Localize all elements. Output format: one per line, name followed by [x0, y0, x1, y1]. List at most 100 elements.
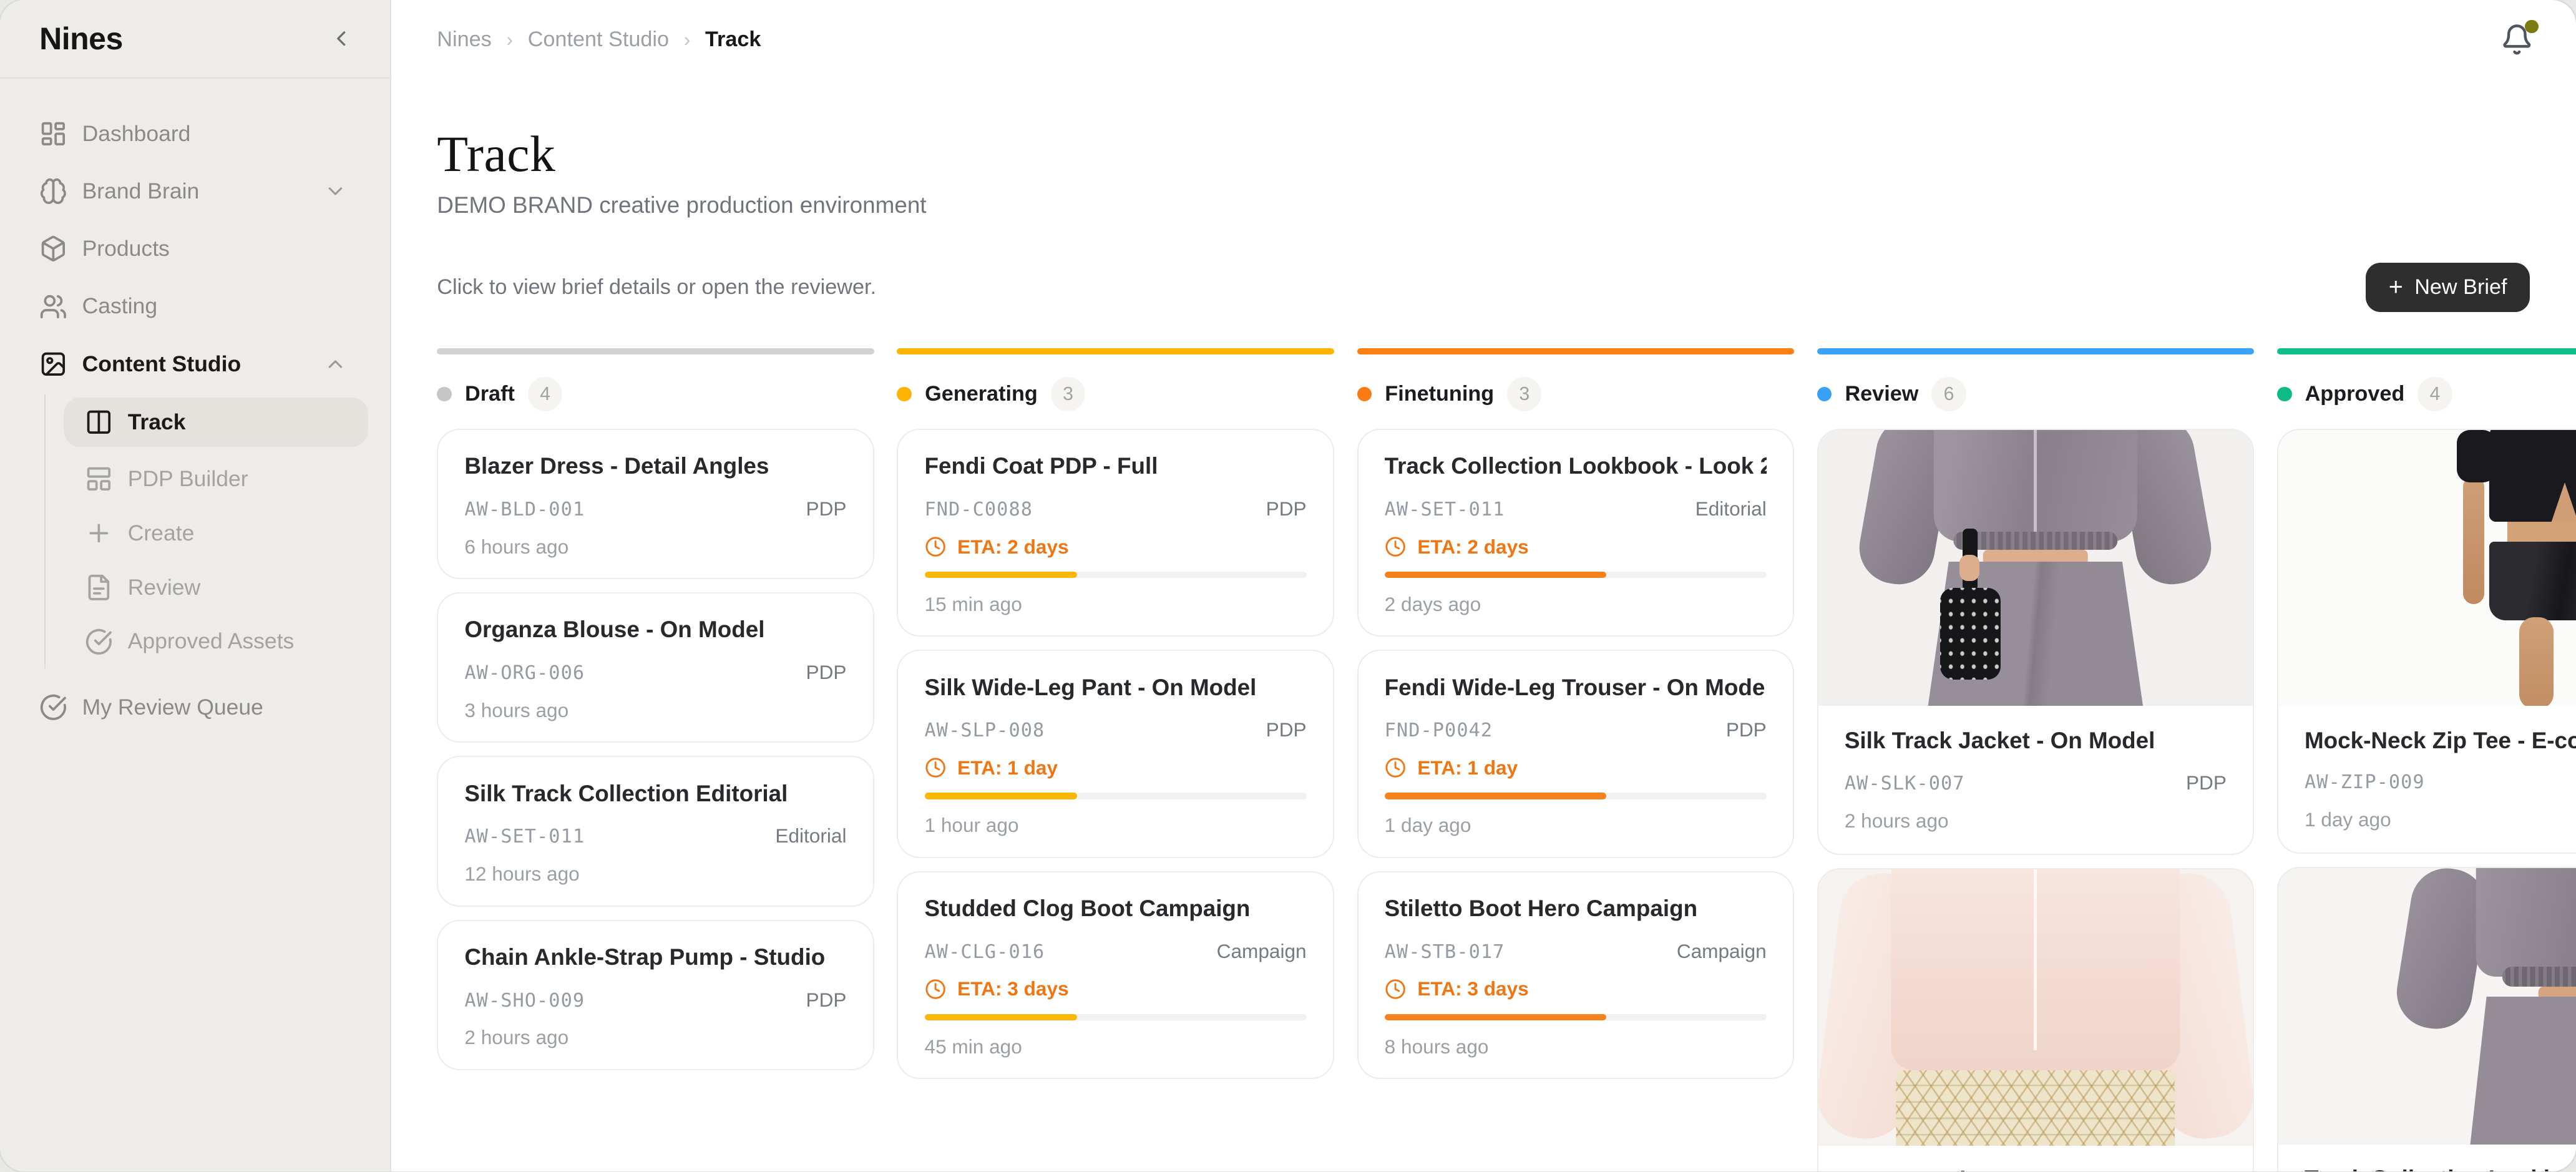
clock-icon — [1385, 757, 1406, 778]
card-body: Fendi Wide-Leg Trouser - On ModelFND-P00… — [1385, 673, 1767, 837]
card-meta-row: AW-ORG-006PDP — [464, 661, 846, 684]
sidebar-nav: Dashboard Brand BrainProductsCastingConte… — [0, 79, 390, 736]
card-timestamp: 8 hours ago — [1385, 1035, 1767, 1058]
column-title: Finetuning — [1385, 382, 1494, 406]
column-cards: Silk Track Jacket - On Model AW-SLK-007 PD… — [1817, 429, 2254, 1171]
sidebar-item-content-studio[interactable]: Content Studio — [0, 335, 390, 393]
brief-card[interactable]: Fendi Coat PDP - FullFND-C0088PDPETA: 2 … — [897, 429, 1334, 637]
card-title: Track Collection Lookbook - Look 2 — [1385, 451, 1767, 481]
sidebar-item-label: Review — [128, 575, 201, 600]
card-title: Silk Track Collection Editorial — [464, 779, 846, 808]
plus-icon — [85, 519, 113, 547]
brief-card[interactable]: Chain Ankle-Strap Pump - StudioAW-SHO-00… — [437, 920, 874, 1070]
sidebar-item-track[interactable]: Track — [64, 398, 368, 447]
brief-card[interactable]: Stiletto Boot Hero CampaignAW-STB-017Cam… — [1357, 871, 1794, 1079]
content-studio-submenu: Track PDP Builder Create Review Approved Ass… — [44, 394, 390, 669]
box-icon — [39, 235, 67, 263]
clock-icon — [925, 536, 946, 557]
column-header: Approved4 — [2277, 376, 2576, 413]
card-id: FND-P0042 — [1385, 720, 1493, 741]
new-brief-label: New Brief — [2414, 275, 2507, 300]
sidebar-item-approved-assets[interactable]: Approved Assets — [46, 615, 390, 669]
progress-fill — [1385, 572, 1606, 579]
sidebar-item-create[interactable]: Create — [46, 506, 390, 560]
eta-text: ETA: 2 days — [957, 535, 1068, 559]
card-id: AW-BLD-001 — [464, 499, 585, 520]
sidebar-collapse-button[interactable] — [326, 23, 357, 54]
brief-card[interactable]: Fendi Wide-Leg Trouser - On ModelFND-P00… — [1357, 650, 1794, 857]
card-body: Silk Track Jacket - On Model AW-SLK-007 PD… — [1818, 706, 2253, 854]
sidebar-item-label: My Review Queue — [82, 695, 263, 720]
sidebar-item-label: Approved Assets — [128, 628, 295, 654]
sidebar-item-label: Dashboard — [82, 121, 191, 147]
card-body: Organza Blouse - FrontAW-ORG-006PDP — [1818, 1146, 2253, 1171]
column-header: Draft 4 — [437, 376, 874, 413]
plus-icon: + — [2389, 275, 2403, 300]
eta-row: ETA: 1 day — [925, 756, 1307, 779]
board-column-approved: Approved4 Mock-Neck Zip Tee - E-commAW-ZI… — [2277, 348, 2576, 1171]
brief-card[interactable]: Track Collection Lookbook - Look 2AW-SET… — [1357, 429, 1794, 637]
card-timestamp: 1 day ago — [1385, 814, 1767, 837]
breadcrumb-content-studio[interactable]: Content Studio — [528, 27, 669, 52]
kanban-board: Draft 4 Blazer Dress - Detail Angles AW-BLD… — [437, 348, 2576, 1171]
card-id: AW-SLP-008 — [925, 720, 1045, 741]
card-title: Silk Wide-Leg Pant - On Model — [925, 673, 1307, 702]
sidebar-item-products[interactable]: Products — [0, 220, 390, 278]
sidebar-item-my-review-queue[interactable]: My Review Queue — [0, 678, 390, 736]
card-title: Fendi Coat PDP - Full — [925, 451, 1307, 481]
new-brief-button[interactable]: + New Brief — [2366, 263, 2530, 312]
brief-card[interactable]: Mock-Neck Zip Tee - E-commAW-ZIP-0091 da… — [2277, 429, 2576, 854]
topbar: Nines›Content Studio›Track — [391, 0, 2576, 79]
brief-card[interactable]: Organza Blouse - FrontAW-ORG-006PDP — [1817, 868, 2254, 1171]
sidebar-item-dashboard[interactable]: Dashboard — [0, 105, 390, 162]
clock-icon — [1385, 536, 1406, 557]
sidebar-header: Nines — [0, 0, 390, 79]
notifications-button[interactable] — [2500, 23, 2534, 56]
sidebar-item-label: PDP Builder — [128, 466, 248, 492]
brief-card[interactable]: Silk Track Collection EditorialAW-SET-01… — [437, 756, 874, 906]
card-photo-silk-track-back — [2278, 868, 2576, 1144]
column-header: Finetuning3 — [1357, 376, 1794, 413]
brain-icon — [39, 177, 67, 205]
card-id: FND-C0088 — [925, 499, 1033, 520]
card-title: Blazer Dress - Detail Angles — [464, 451, 846, 481]
progress-bar — [1385, 1014, 1767, 1021]
card-body: Fendi Coat PDP - FullFND-C0088PDPETA: 2 … — [925, 451, 1307, 616]
board-column-generating: Generating 3 Fendi Coat PDP - Full FND-C008… — [897, 348, 1334, 1079]
column-count-badge: 3 — [1051, 377, 1085, 411]
clock-icon — [925, 979, 946, 1000]
card-body: Silk Track Collection EditorialAW-SET-01… — [464, 779, 846, 886]
column-title: Generating — [925, 382, 1038, 406]
main-area: Nines›Content Studio›Track Track DEMO BR… — [391, 0, 2576, 1171]
card-id: AW-SLK-007 — [1845, 773, 1965, 794]
progress-bar — [1385, 572, 1767, 579]
column-title: Draft — [465, 382, 515, 406]
breadcrumb-nines[interactable]: Nines — [437, 27, 492, 52]
card-timestamp: 45 min ago — [925, 1035, 1307, 1058]
sidebar-item-pdp-builder[interactable]: PDP Builder — [46, 452, 390, 506]
column-title: Approved — [2305, 382, 2405, 406]
card-type-tag: PDP — [2186, 771, 2227, 794]
page-subtitle: DEMO BRAND creative production environme… — [437, 192, 2576, 218]
brief-card[interactable]: Studded Clog Boot CampaignAW-CLG-016Camp… — [897, 871, 1334, 1079]
column-cards: Track Collection Lookbook - Look 2AW-SET… — [1357, 429, 1794, 1079]
brief-card[interactable]: Silk Track Jacket - On Model AW-SLK-007 PD… — [1817, 429, 2254, 855]
column-color-bar — [897, 348, 1334, 355]
card-body: Organza Blouse - On ModelAW-ORG-006PDP3 … — [464, 615, 846, 721]
sidebar-item-brand-brain[interactable]: Brand Brain — [0, 163, 390, 220]
column-color-bar — [1817, 348, 2254, 355]
sidebar-item-review[interactable]: Review — [46, 560, 390, 615]
brief-card[interactable]: Organza Blouse - On ModelAW-ORG-006PDP3 … — [437, 592, 874, 743]
brief-card[interactable]: Track Collection Lookbook - LAW-SET-010 — [2277, 867, 2576, 1171]
breadcrumb-separator: › — [506, 28, 513, 51]
sidebar-item-label: Create — [128, 520, 195, 546]
brief-card[interactable]: Blazer Dress - Detail AnglesAW-BLD-001PD… — [437, 429, 874, 579]
sidebar: Nines Dashboard Brand BrainProductsCastin… — [0, 0, 391, 1171]
column-count-badge: 4 — [528, 377, 562, 411]
card-title: Silk Track Jacket - On Model — [1845, 726, 2227, 755]
sidebar-item-casting[interactable]: Casting — [0, 278, 390, 335]
card-type-tag: Editorial — [775, 824, 846, 847]
eta-row: ETA: 3 days — [1385, 977, 1767, 1000]
sidebar-item-label: Track — [128, 409, 186, 435]
brief-card[interactable]: Silk Wide-Leg Pant - On ModelAW-SLP-008P… — [897, 650, 1334, 857]
